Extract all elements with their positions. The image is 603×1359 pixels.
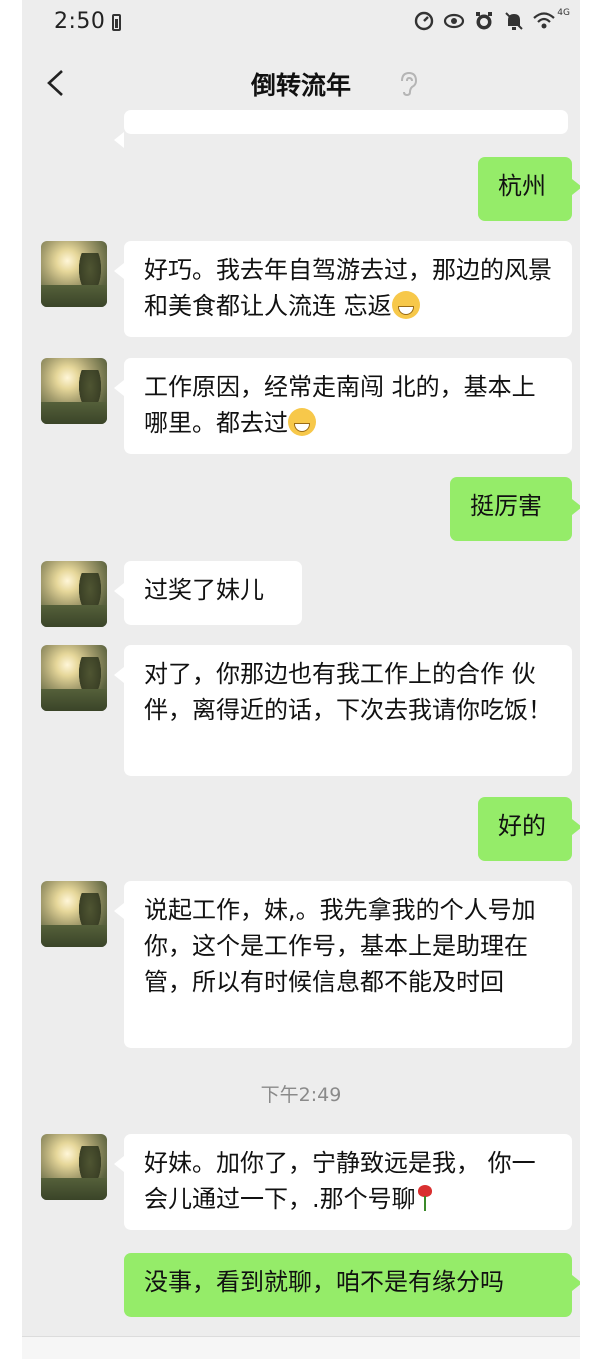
- status-time: 2:50: [54, 9, 106, 34]
- status-icons: 4G: [413, 8, 576, 32]
- avatar[interactable]: [41, 1134, 107, 1200]
- input-bar[interactable]: [22, 1336, 580, 1359]
- battery-icon: [112, 14, 121, 31]
- status-bar: 2:50 4G: [22, 0, 580, 46]
- avatar[interactable]: [41, 561, 107, 627]
- message-bubble-outgoing[interactable]: 杭州: [478, 157, 580, 221]
- message-bubble-incoming[interactable]: 过奖了妹儿: [114, 561, 302, 625]
- message-bubble-incoming[interactable]: 好妹。加你了，宁静致远是我， 你一会儿通过一下，.那个号聊: [114, 1134, 572, 1230]
- avatar[interactable]: [41, 881, 107, 947]
- grin-emoji-icon: [288, 408, 316, 436]
- partial-message-bubble: [114, 110, 568, 148]
- message-text: 好巧。我去年自驾游去过，那边的风景和美食都让人流连 忘返: [144, 256, 552, 320]
- avatar[interactable]: [41, 358, 107, 424]
- message-bubble-incoming[interactable]: 说起工作，妹,。我先拿我的个人号加你，这个是工作号，基本上是助理在管，所以有时候…: [114, 881, 572, 1048]
- chat-screen: 2:50 4G 倒转流年 杭州 好巧。我去年自驾游去过，那边的风景和美食都让人流…: [22, 0, 580, 1359]
- voice-ear-icon: [401, 71, 418, 97]
- message-text: 工作原因，经常走南闯 北的，基本上哪里。都去过: [144, 373, 536, 437]
- message-timestamp: 下午2:49: [260, 1084, 342, 1106]
- grin-emoji-icon: [391, 291, 420, 319]
- message-bubble-incoming[interactable]: 好巧。我去年自驾游去过，那边的风景和美食都让人流连 忘返: [114, 241, 572, 337]
- wifi-icon: [533, 12, 556, 29]
- message-text: 好妹。加你了，宁静致远是我， 你一会儿通过一下，.那个号聊: [144, 1149, 536, 1213]
- eye-icon: [444, 13, 465, 29]
- gauge-icon: [415, 11, 434, 31]
- network-label: 4G: [557, 8, 570, 18]
- message-bubble-outgoing[interactable]: 没事，看到就聊，咱不是有缘分吗: [124, 1253, 580, 1317]
- message-bubble-outgoing[interactable]: 好的: [478, 797, 580, 861]
- mute-icon: [505, 12, 524, 30]
- rose-emoji-icon: [416, 1184, 434, 1212]
- message-bubble-incoming[interactable]: 对了，你那边也有我工作上的合作 伙伴，离得近的话，下次去我请你吃饭！: [114, 645, 572, 776]
- chat-header: 倒转流年: [22, 50, 580, 116]
- alarm-icon: [476, 12, 493, 30]
- message-bubble-incoming[interactable]: 工作原因，经常走南闯 北的，基本上哪里。都去过: [114, 358, 572, 454]
- avatar[interactable]: [41, 241, 107, 307]
- avatar[interactable]: [41, 645, 107, 711]
- chat-title: 倒转流年: [250, 71, 351, 100]
- message-bubble-outgoing[interactable]: 挺厉害: [450, 477, 580, 541]
